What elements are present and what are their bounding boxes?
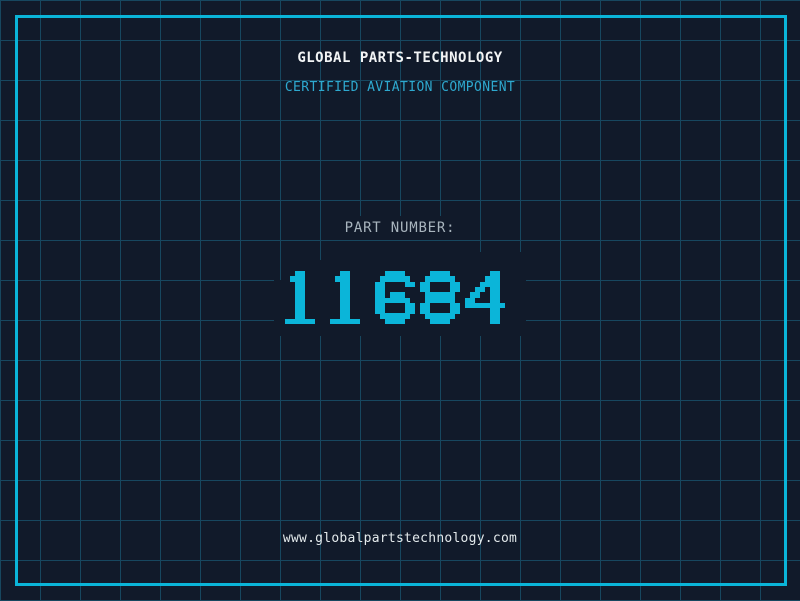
part-number-label: PART NUMBER: xyxy=(344,220,456,236)
website-url: www.globalpartstechnology.com xyxy=(282,531,518,546)
border-frame xyxy=(15,15,787,586)
certificate-page: GLOBAL PARTS-TECHNOLOGY CERTIFIED AVIATI… xyxy=(0,0,800,601)
certification-subtitle: CERTIFIED AVIATION COMPONENT xyxy=(284,80,516,95)
company-title: GLOBAL PARTS-TECHNOLOGY xyxy=(297,50,503,66)
